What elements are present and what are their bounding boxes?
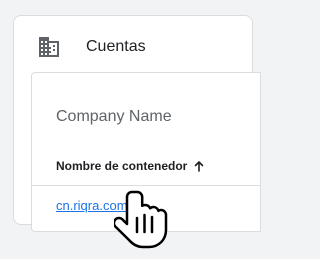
column-header-container-name[interactable]: Nombre de contenedor xyxy=(56,158,205,174)
arrow-up-icon[interactable] xyxy=(193,160,205,172)
column-header-label: Nombre de contenedor xyxy=(56,159,188,173)
company-name: Company Name xyxy=(56,108,172,125)
accounts-card: Cuentas Company Name Nombre de contenedo… xyxy=(13,15,261,232)
card-title: Cuentas xyxy=(86,38,146,55)
table-divider xyxy=(32,185,260,186)
account-panel: Company Name Nombre de contenedor cn.riq… xyxy=(31,72,261,232)
building-icon xyxy=(38,37,60,57)
container-link[interactable]: cn.riqra.com xyxy=(56,198,128,214)
card-header: Cuentas xyxy=(14,16,252,71)
